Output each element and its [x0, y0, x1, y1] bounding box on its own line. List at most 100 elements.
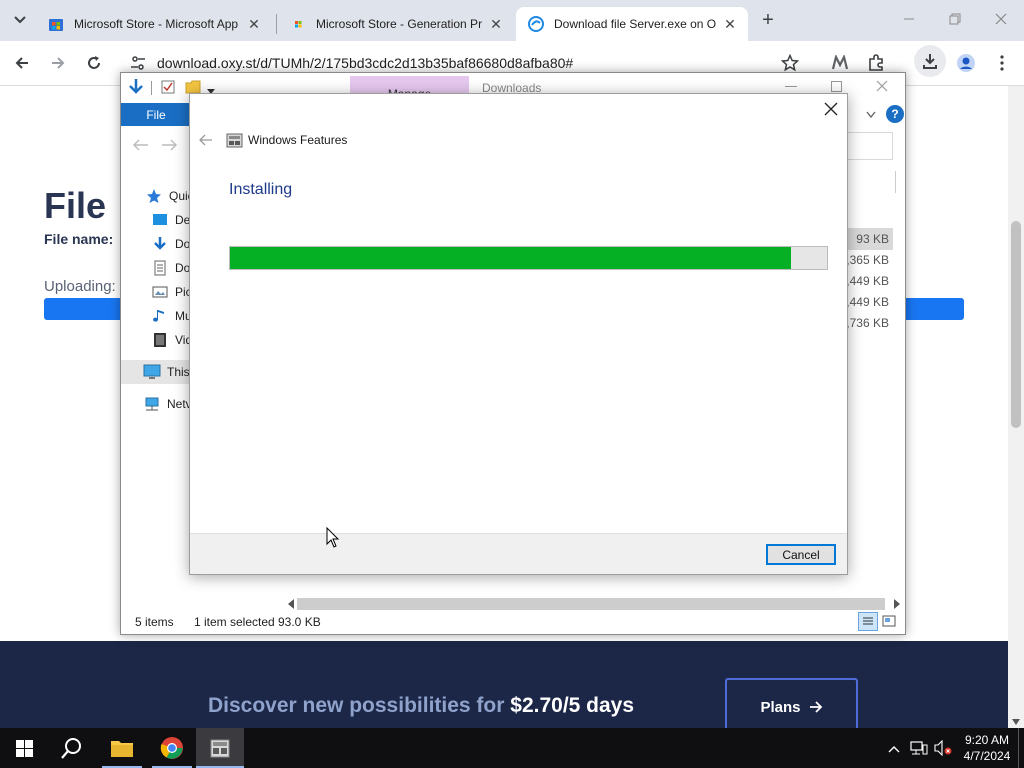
banner-text: Discover new possibilities for $2.70/5 d… — [208, 694, 634, 718]
plans-label: Plans — [760, 698, 801, 716]
desktop-icon — [153, 214, 167, 225]
profile-avatar-icon[interactable] — [954, 51, 978, 75]
clock-time: 9:20 AM — [964, 733, 1010, 747]
selection-count: 1 item selected — [194, 615, 275, 629]
banner-price: $2.70/5 days — [510, 694, 635, 717]
reload-icon[interactable] — [82, 51, 106, 75]
star-icon — [147, 189, 161, 203]
taskbar-windows-features[interactable] — [196, 728, 244, 768]
downloads-icon[interactable] — [914, 45, 946, 77]
nav-this-pc[interactable]: This — [143, 362, 190, 382]
windows-taskbar: 9:20 AM 4/7/2024 — [0, 728, 1024, 768]
close-icon[interactable]: ✕ — [488, 16, 504, 33]
windows-features-icon — [226, 132, 243, 151]
help-icon[interactable]: ? — [886, 105, 904, 123]
close-icon[interactable]: ✕ — [246, 16, 262, 33]
new-tab-button[interactable]: + — [756, 8, 780, 32]
back-arrow-icon[interactable] — [199, 134, 213, 149]
more-menu-icon[interactable] — [990, 51, 1014, 75]
scroll-down-icon[interactable] — [1012, 714, 1020, 728]
nav-label: This — [167, 365, 190, 379]
file-size: 93 KB — [856, 232, 889, 246]
browser-tab-strip: Microsoft Store - Microsoft App ✕ Micros… — [0, 0, 1024, 41]
taskbar-clock[interactable]: 9:20 AM 4/7/2024 — [960, 732, 1014, 764]
minimize-icon[interactable] — [902, 12, 916, 26]
nav-music[interactable]: Mu — [151, 306, 192, 326]
page-scrollbar[interactable] — [1008, 86, 1024, 728]
taskbar-chrome[interactable] — [148, 728, 196, 768]
nav-pictures[interactable]: Pic — [151, 282, 192, 302]
back-icon[interactable] — [133, 139, 149, 154]
progress-fill — [230, 247, 792, 269]
video-icon — [154, 333, 166, 347]
ribbon-expand-icon[interactable] — [866, 108, 876, 122]
scroll-right-icon[interactable] — [893, 599, 901, 609]
maximize-icon[interactable] — [831, 81, 842, 92]
close-window-icon[interactable] — [994, 12, 1008, 26]
install-progress-bar — [229, 246, 828, 270]
computer-icon — [143, 364, 161, 379]
properties-icon[interactable] — [161, 80, 175, 97]
scrollbar-thumb[interactable] — [1011, 221, 1021, 428]
search-box[interactable] — [847, 132, 893, 160]
nav-label: Netv — [167, 397, 192, 411]
details-view-icon[interactable] — [858, 612, 878, 631]
back-icon[interactable] — [10, 51, 34, 75]
forward-icon[interactable] — [161, 139, 177, 154]
mouse-cursor-icon — [326, 526, 340, 552]
windows-logo-icon — [15, 739, 33, 757]
scroll-left-icon[interactable] — [287, 599, 295, 609]
scrollbar-thumb[interactable] — [297, 598, 885, 610]
taskbar-file-explorer[interactable] — [98, 728, 146, 768]
file-name-label: File name: — [44, 231, 114, 247]
clock-date: 4/7/2024 — [963, 749, 1011, 763]
tab-microsoft-store-1[interactable]: Microsoft Store - Microsoft App ✕ — [36, 7, 272, 41]
volume-muted-icon[interactable] — [934, 739, 952, 759]
tab-title: Microsoft Store - Microsoft App — [74, 17, 239, 31]
item-count: 5 items — [135, 615, 174, 629]
close-icon[interactable]: ✕ — [722, 16, 738, 33]
restore-icon[interactable] — [948, 12, 962, 26]
tab-search-button[interactable] — [8, 8, 32, 32]
start-button[interactable] — [0, 728, 48, 768]
windows-features-dialog: Windows Features Installing Cancel — [189, 93, 848, 575]
minimize-icon[interactable] — [785, 86, 797, 87]
tab-microsoft-store-2[interactable]: Microsoft Store - Generation Pr ✕ — [278, 7, 514, 41]
arrow-right-icon — [809, 701, 823, 713]
network-status-icon[interactable] — [910, 740, 928, 759]
close-icon[interactable] — [824, 102, 838, 119]
tab-oxy-download[interactable]: Download file Server.exe on Ox ✕ — [516, 7, 748, 41]
microsoft-icon — [295, 21, 302, 28]
windows-features-icon — [210, 739, 230, 758]
tab-title: Download file Server.exe on Ox — [554, 17, 716, 31]
cancel-button[interactable]: Cancel — [766, 544, 836, 565]
folder-icon — [111, 741, 133, 757]
nav-videos[interactable]: Vid — [151, 330, 192, 350]
file-menu-tab[interactable]: File — [121, 103, 191, 126]
download-icon — [154, 237, 166, 250]
page-title: File — [44, 185, 107, 226]
dialog-title: Windows Features — [248, 133, 348, 147]
forward-icon[interactable] — [46, 51, 70, 75]
separator — [151, 81, 152, 95]
show-hidden-icons-icon[interactable] — [888, 742, 900, 756]
search-button[interactable] — [48, 728, 96, 768]
music-icon — [153, 310, 164, 322]
promo-banner: Discover new possibilities for $2.70/5 d… — [0, 641, 1008, 736]
show-desktop-button[interactable] — [1018, 728, 1019, 768]
network-icon — [145, 397, 159, 411]
chrome-icon — [160, 737, 183, 759]
oxy-icon — [528, 16, 544, 32]
dialog-heading: Installing — [229, 181, 293, 198]
nav-network[interactable]: Netv — [143, 394, 192, 414]
tab-divider — [276, 14, 277, 34]
nav-quick-access[interactable]: Quic — [145, 186, 194, 206]
close-icon[interactable] — [875, 79, 889, 96]
large-icons-view-icon[interactable] — [882, 614, 896, 631]
download-arrow-icon — [127, 78, 145, 99]
uploading-label: Uploading: — [44, 278, 116, 295]
url-text[interactable]: download.oxy.st/d/TUMh/2/175bd3cdc2d13b3… — [157, 55, 573, 71]
search-icon — [61, 738, 81, 759]
banner-text-main: Discover new possibilities for — [208, 694, 505, 717]
dialog-footer: Cancel — [190, 533, 847, 574]
